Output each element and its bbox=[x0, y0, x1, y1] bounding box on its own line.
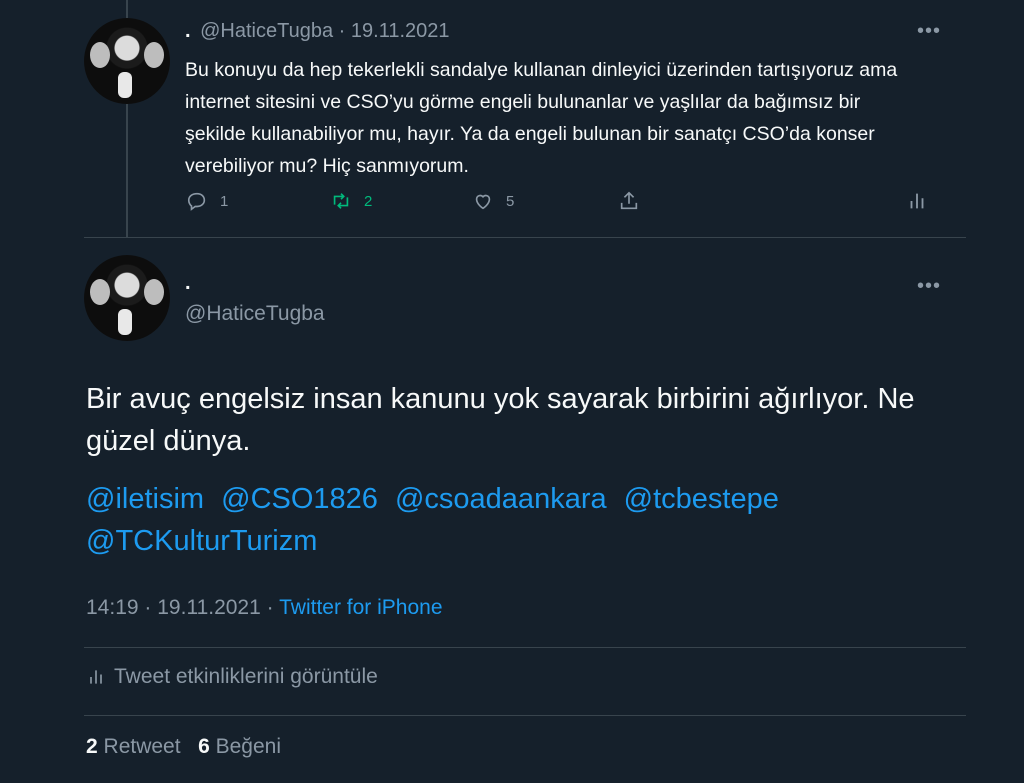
reply-handle[interactable]: @HaticeTugba bbox=[200, 20, 333, 42]
reply-date[interactable]: 19.11.2021 bbox=[351, 20, 450, 42]
like-count: 5 bbox=[506, 192, 515, 210]
divider bbox=[84, 237, 966, 238]
like-button[interactable]: 5 bbox=[472, 190, 514, 212]
mention-link[interactable]: @TCKulturTurizm bbox=[86, 525, 317, 557]
retweets-count: 2 bbox=[86, 735, 98, 758]
retweet-count: 2 bbox=[364, 192, 373, 210]
like-icon bbox=[475, 194, 491, 210]
share-icon bbox=[620, 191, 638, 210]
view-analytics-label: Tweet etkinliklerini görüntüle bbox=[114, 665, 378, 688]
divider bbox=[84, 647, 966, 648]
mention-link[interactable]: @csoadaankara bbox=[395, 483, 607, 515]
analytics-button[interactable] bbox=[906, 190, 928, 212]
retweet-button[interactable]: 2 bbox=[330, 190, 372, 212]
tweet-date[interactable]: 19.11.2021 bbox=[157, 596, 261, 619]
more-icon[interactable]: ••• bbox=[917, 275, 941, 298]
analytics-icon bbox=[90, 670, 102, 684]
mention-link[interactable]: @CSO1826 bbox=[221, 483, 378, 515]
likes-label: Beğeni bbox=[215, 735, 282, 758]
share-button[interactable] bbox=[618, 190, 640, 212]
retweets-stat[interactable]: 2 Retweet bbox=[86, 735, 181, 758]
reply-button[interactable]: 1 bbox=[186, 190, 228, 212]
likes-stat[interactable]: 6 Beğeni bbox=[198, 735, 281, 758]
reply-actions: 1 2 5 bbox=[0, 190, 1024, 220]
reply-separator: · bbox=[338, 20, 346, 42]
reply-display-name[interactable]: . bbox=[185, 20, 191, 42]
reply-count: 1 bbox=[220, 192, 229, 210]
analytics-icon bbox=[910, 193, 924, 209]
tweet-meta: 14:19 · 19.11.2021 · Twitter for iPhone bbox=[86, 596, 443, 620]
reply-header: . @HaticeTugba · 19.11.2021 bbox=[185, 20, 450, 43]
meta-separator: · bbox=[144, 596, 152, 619]
mention-link[interactable]: @iletisim bbox=[86, 483, 204, 515]
view-analytics-link[interactable]: Tweet etkinliklerini görüntüle bbox=[86, 665, 378, 689]
tweet-stats: 2 Retweet 6 Beğeni bbox=[86, 735, 281, 759]
mention-link[interactable]: @tcbestepe bbox=[624, 483, 779, 515]
mentions: @iletisim @CSO1826 @csoadaankara @tcbest… bbox=[86, 478, 966, 562]
retweet-icon bbox=[333, 193, 349, 209]
retweets-label: Retweet bbox=[103, 735, 181, 758]
likes-count: 6 bbox=[198, 735, 210, 758]
main-handle[interactable]: @HaticeTugba bbox=[185, 302, 325, 326]
avatar[interactable] bbox=[84, 255, 170, 341]
main-display-name[interactable]: . bbox=[185, 272, 191, 295]
more-icon[interactable]: ••• bbox=[917, 20, 941, 43]
reply-icon bbox=[187, 192, 206, 211]
main-tweet-text: Bir avuç engelsiz insan kanunu yok sayar… bbox=[86, 383, 915, 457]
avatar[interactable] bbox=[84, 18, 170, 104]
divider bbox=[84, 715, 966, 716]
meta-separator: · bbox=[266, 596, 274, 619]
tweet-client[interactable]: Twitter for iPhone bbox=[279, 596, 442, 619]
tweet-time[interactable]: 14:19 bbox=[86, 596, 139, 619]
reply-text: Bu konuyu da hep tekerlekli sandalye kul… bbox=[185, 59, 898, 177]
